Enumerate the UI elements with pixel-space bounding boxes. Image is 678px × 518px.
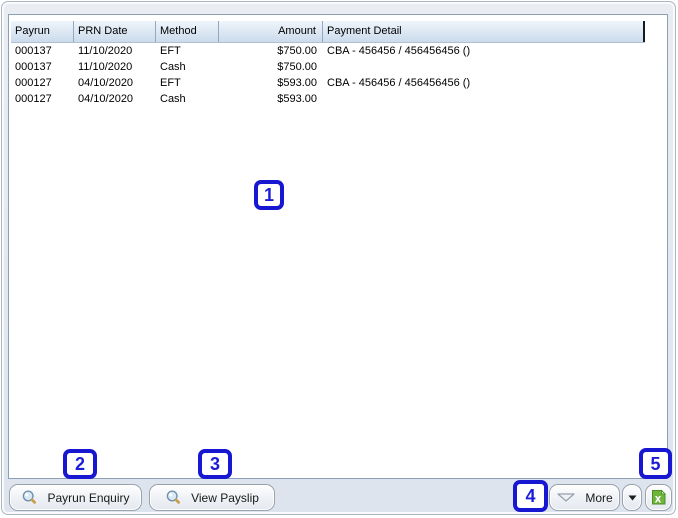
cell-payment-detail [323, 59, 645, 75]
cell-payrun: 000137 [15, 45, 52, 57]
table-row[interactable]: 000127 04/10/2020 EFT $593.00 CBA - 4564… [11, 75, 645, 91]
annotation-badge-2: 2 [63, 449, 97, 479]
column-header-prn-date[interactable]: PRN Date [74, 21, 156, 42]
excel-export-icon [650, 489, 667, 506]
export-excel-button[interactable] [645, 484, 672, 511]
magnifier-icon [165, 489, 182, 506]
magnifier-icon [21, 489, 38, 506]
table-row[interactable]: 000137 11/10/2020 Cash $750.00 [11, 59, 645, 75]
payments-grid-panel: Payrun PRN Date Method Amount Payment De… [8, 14, 668, 479]
dropdown-arrow-icon [628, 495, 637, 501]
cell-amount: $593.00 [277, 77, 317, 89]
view-payslip-button[interactable]: View Payslip [149, 484, 275, 511]
column-header-method[interactable]: Method [156, 21, 219, 42]
annotation-badge-4: 4 [513, 480, 548, 512]
column-header-payrun[interactable]: Payrun [11, 21, 74, 42]
cell-prn-date: 04/10/2020 [78, 77, 134, 89]
cell-prn-date: 11/10/2020 [78, 45, 133, 57]
cell-payment-detail: CBA - 456456 / 456456456 () [327, 45, 471, 57]
cell-payment-detail [323, 91, 645, 107]
payrun-enquiry-label: Payrun Enquiry [47, 490, 130, 505]
cell-prn-date: 11/10/2020 [78, 61, 133, 73]
view-payslip-label: View Payslip [191, 490, 259, 505]
cell-amount: $750.00 [277, 61, 317, 73]
cell-payment-detail: CBA - 456456 / 456456456 () [327, 77, 471, 89]
annotation-badge-5: 5 [639, 448, 672, 479]
cell-method: EFT [160, 45, 181, 57]
annotation-badge-3: 3 [198, 449, 232, 479]
cell-amount: $750.00 [277, 45, 317, 57]
table-row[interactable]: 000137 11/10/2020 EFT $750.00 CBA - 4564… [11, 43, 645, 59]
cell-method: Cash [160, 61, 186, 73]
grid-header-row: Payrun PRN Date Method Amount Payment De… [11, 21, 645, 43]
cell-payrun: 000127 [15, 93, 52, 105]
cell-method: EFT [160, 77, 181, 89]
cell-method: Cash [160, 93, 186, 105]
cell-prn-date: 04/10/2020 [78, 93, 134, 105]
more-button[interactable]: More [549, 484, 620, 511]
cell-payrun: 000127 [15, 77, 52, 89]
cell-amount: $593.00 [277, 93, 317, 105]
payments-window: Payrun PRN Date Method Amount Payment De… [1, 1, 676, 515]
table-row[interactable]: 000127 04/10/2020 Cash $593.00 [11, 91, 645, 107]
filter-triangle-icon [556, 492, 576, 503]
payrun-enquiry-button[interactable]: Payrun Enquiry [9, 484, 142, 511]
column-header-payment-detail[interactable]: Payment Detail [323, 21, 645, 42]
payments-grid: Payrun PRN Date Method Amount Payment De… [11, 21, 645, 107]
cell-payrun: 000137 [15, 61, 52, 73]
more-label: More [585, 490, 613, 505]
annotation-badge-1: 1 [254, 180, 284, 210]
more-dropdown-button[interactable] [622, 484, 642, 511]
column-header-amount[interactable]: Amount [219, 21, 323, 42]
